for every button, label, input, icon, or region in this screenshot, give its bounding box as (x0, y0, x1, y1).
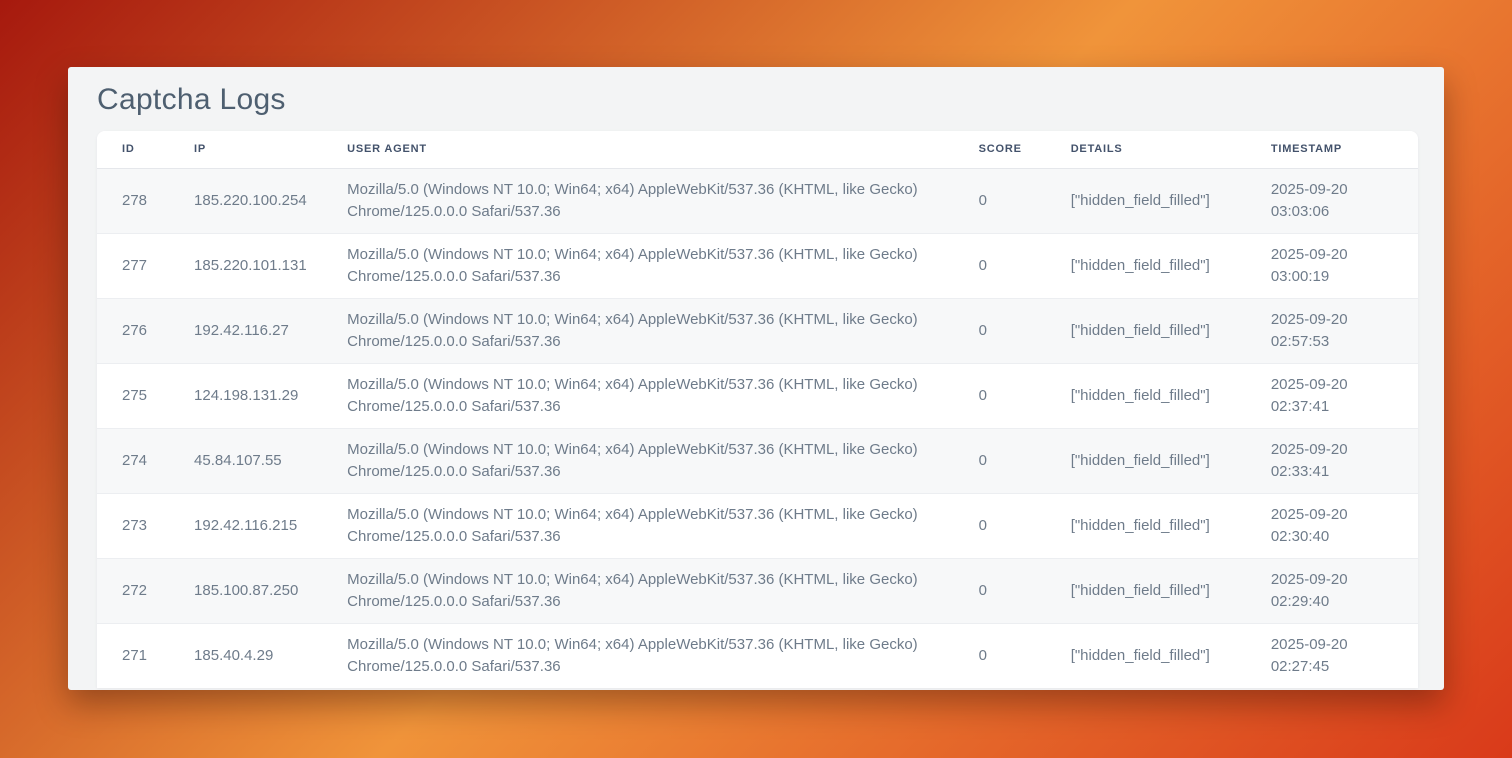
cell-timestamp: 2025-09-20 02:57:53 (1246, 298, 1418, 363)
column-header-timestamp: TIMESTAMP (1246, 131, 1418, 168)
table-row: 277 185.220.101.131 Mozilla/5.0 (Windows… (97, 233, 1418, 298)
cell-id: 272 (97, 558, 169, 623)
cell-details: ["hidden_field_filled"] (1046, 363, 1246, 428)
cell-timestamp: 2025-09-20 02:33:41 (1246, 428, 1418, 493)
cell-id: 278 (97, 168, 169, 233)
table-row: 278 185.220.100.254 Mozilla/5.0 (Windows… (97, 168, 1418, 233)
column-header-details: DETAILS (1046, 131, 1246, 168)
column-header-id: ID (97, 131, 169, 168)
table-row: 275 124.198.131.29 Mozilla/5.0 (Windows … (97, 363, 1418, 428)
cell-details: ["hidden_field_filled"] (1046, 298, 1246, 363)
table-body: 278 185.220.100.254 Mozilla/5.0 (Windows… (97, 168, 1418, 688)
cell-ip: 45.84.107.55 (169, 428, 322, 493)
cell-ip: 185.220.100.254 (169, 168, 322, 233)
page-title: Captcha Logs (97, 83, 1418, 117)
cell-user-agent: Mozilla/5.0 (Windows NT 10.0; Win64; x64… (322, 168, 953, 233)
cell-id: 273 (97, 493, 169, 558)
table-row: 273 192.42.116.215 Mozilla/5.0 (Windows … (97, 493, 1418, 558)
cell-score: 0 (954, 363, 1046, 428)
cell-score: 0 (954, 493, 1046, 558)
cell-user-agent: Mozilla/5.0 (Windows NT 10.0; Win64; x64… (322, 558, 953, 623)
cell-score: 0 (954, 623, 1046, 688)
table-header: ID IP USER AGENT SCORE DETAILS TIMESTAMP (97, 131, 1418, 168)
cell-id: 276 (97, 298, 169, 363)
cell-details: ["hidden_field_filled"] (1046, 493, 1246, 558)
cell-user-agent: Mozilla/5.0 (Windows NT 10.0; Win64; x64… (322, 428, 953, 493)
cell-details: ["hidden_field_filled"] (1046, 623, 1246, 688)
cell-user-agent: Mozilla/5.0 (Windows NT 10.0; Win64; x64… (322, 298, 953, 363)
cell-score: 0 (954, 298, 1046, 363)
table-row: 271 185.40.4.29 Mozilla/5.0 (Windows NT … (97, 623, 1418, 688)
cell-id: 277 (97, 233, 169, 298)
cell-details: ["hidden_field_filled"] (1046, 233, 1246, 298)
cell-score: 0 (954, 428, 1046, 493)
cell-timestamp: 2025-09-20 02:37:41 (1246, 363, 1418, 428)
cell-user-agent: Mozilla/5.0 (Windows NT 10.0; Win64; x64… (322, 233, 953, 298)
cell-ip: 192.42.116.215 (169, 493, 322, 558)
cell-details: ["hidden_field_filled"] (1046, 168, 1246, 233)
cell-id: 274 (97, 428, 169, 493)
column-header-ip: IP (169, 131, 322, 168)
captcha-logs-card: Captcha Logs ID IP USER AGENT SCORE DETA… (68, 67, 1444, 690)
column-header-useragent: USER AGENT (322, 131, 953, 168)
column-header-score: SCORE (954, 131, 1046, 168)
cell-score: 0 (954, 168, 1046, 233)
cell-ip: 185.40.4.29 (169, 623, 322, 688)
cell-user-agent: Mozilla/5.0 (Windows NT 10.0; Win64; x64… (322, 623, 953, 688)
cell-user-agent: Mozilla/5.0 (Windows NT 10.0; Win64; x64… (322, 363, 953, 428)
table-row: 276 192.42.116.27 Mozilla/5.0 (Windows N… (97, 298, 1418, 363)
cell-id: 271 (97, 623, 169, 688)
logs-table: ID IP USER AGENT SCORE DETAILS TIMESTAMP… (97, 131, 1418, 688)
cell-timestamp: 2025-09-20 03:00:19 (1246, 233, 1418, 298)
cell-ip: 192.42.116.27 (169, 298, 322, 363)
cell-details: ["hidden_field_filled"] (1046, 428, 1246, 493)
table-row: 274 45.84.107.55 Mozilla/5.0 (Windows NT… (97, 428, 1418, 493)
cell-user-agent: Mozilla/5.0 (Windows NT 10.0; Win64; x64… (322, 493, 953, 558)
cell-timestamp: 2025-09-20 02:27:45 (1246, 623, 1418, 688)
cell-ip: 124.198.131.29 (169, 363, 322, 428)
logs-table-container: ID IP USER AGENT SCORE DETAILS TIMESTAMP… (97, 131, 1418, 688)
cell-score: 0 (954, 558, 1046, 623)
table-row: 272 185.100.87.250 Mozilla/5.0 (Windows … (97, 558, 1418, 623)
cell-timestamp: 2025-09-20 03:03:06 (1246, 168, 1418, 233)
cell-timestamp: 2025-09-20 02:29:40 (1246, 558, 1418, 623)
cell-details: ["hidden_field_filled"] (1046, 558, 1246, 623)
cell-ip: 185.220.101.131 (169, 233, 322, 298)
cell-timestamp: 2025-09-20 02:30:40 (1246, 493, 1418, 558)
cell-id: 275 (97, 363, 169, 428)
cell-score: 0 (954, 233, 1046, 298)
cell-ip: 185.100.87.250 (169, 558, 322, 623)
